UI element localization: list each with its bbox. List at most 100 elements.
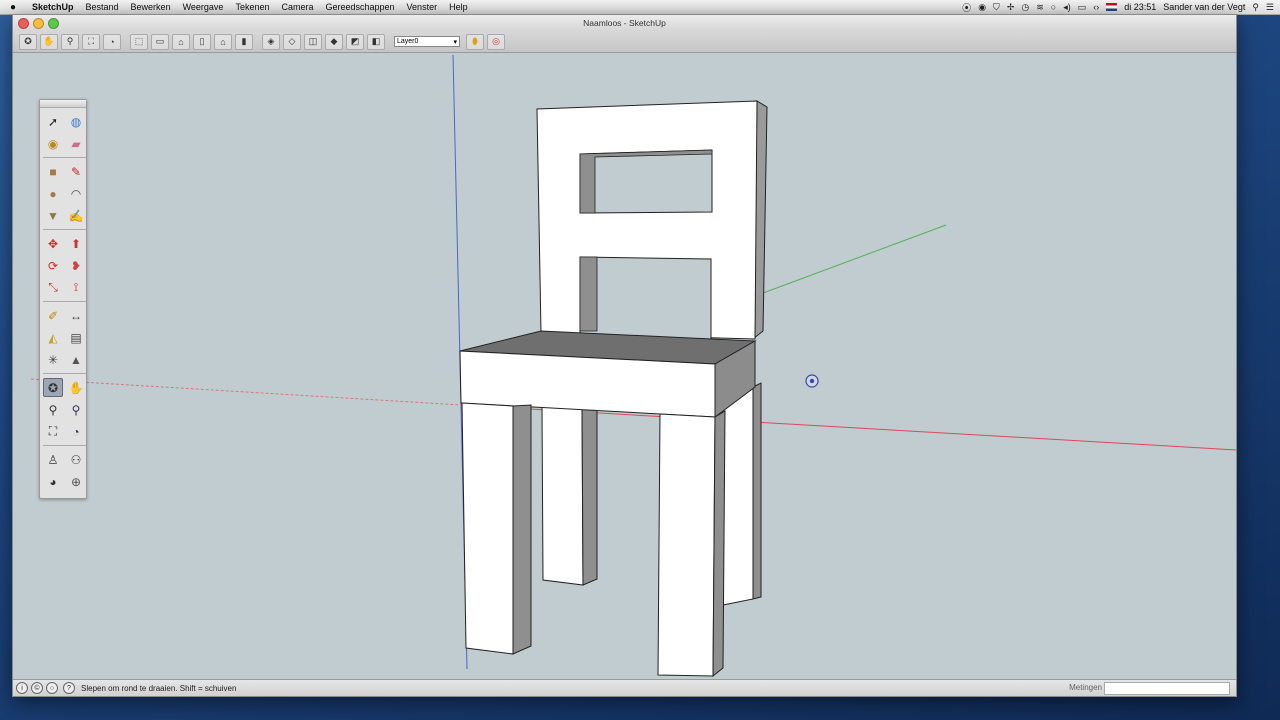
shaded-style-icon[interactable]: ◆ [325,33,343,50]
volume-icon[interactable]: ◂) [1063,2,1071,13]
front-view-icon[interactable]: ⌂ [172,33,190,50]
status-bar: i © ○ ? Slepen om rond te draaien. Shift… [13,679,1236,696]
maximize-window-button[interactable] [48,18,59,29]
circle-icon: ● [49,186,57,201]
text-tool[interactable]: ▤ [66,328,86,347]
section-plane-tool[interactable]: ⊕ [66,472,86,491]
menubar-clock[interactable]: di 23:51 [1124,2,1156,12]
wireframe-style-icon[interactable]: ◇ [283,33,301,50]
polygon-tool[interactable]: ▼ [43,206,63,225]
iso-view-icon[interactable]: ⬚ [130,33,148,50]
arc-tool[interactable]: ◠ [66,184,86,203]
follow-me-tool[interactable]: ❥ [66,256,86,275]
close-window-button[interactable] [18,18,29,29]
orbit-icon[interactable]: ✪ [19,33,37,50]
zoom-icon[interactable]: ⚲ [61,33,79,50]
freehand-tool[interactable]: ✍ [66,206,86,225]
left-view-icon[interactable]: ▮ [235,33,253,50]
menu-bestand[interactable]: Bestand [80,2,125,12]
red-axis-left [30,378,462,406]
menubar-user[interactable]: Sander van der Vegt [1163,2,1245,12]
move-tool[interactable]: ✥ [43,234,63,253]
components-tool[interactable]: ◍ [66,112,86,131]
walk-tool[interactable]: ⚇ [66,450,86,469]
protractor-tool[interactable]: ◭ [43,328,63,347]
status-icon-1[interactable]: ⦿ [962,1,971,14]
circle-tool[interactable]: ● [43,184,63,203]
3d-text-tool[interactable]: ▲ [66,350,86,369]
paint-bucket-tool[interactable]: ◉ [43,134,63,153]
layer-select[interactable]: Layer0 ▾ [394,36,460,47]
axes-tool[interactable]: ✳ [43,350,63,369]
scale-tool[interactable]: ⤡ [43,278,63,297]
line-tool[interactable]: ✎ [66,162,86,181]
geo-location-icon[interactable]: i [16,682,28,694]
battery-icon[interactable]: ▭ [1078,2,1087,13]
measurements-label: Metingen [1069,683,1102,692]
menu-bewerken[interactable]: Bewerken [125,2,177,12]
walk-icon: ⚇ [70,452,82,467]
back-left-leg-side [581,404,598,586]
menu-venster[interactable]: Venster [401,2,444,12]
look-around-tool[interactable]: ◕ [43,472,63,491]
position-camera-tool[interactable]: ♙ [43,450,63,469]
back-view-icon[interactable]: ⌂ [214,33,232,50]
push-pull-tool[interactable]: ⬆ [66,234,86,253]
backrest-hole-lower-shade [579,256,598,332]
notification-center-icon[interactable]: ☰ [1266,2,1274,13]
user-icon[interactable]: ○ [46,682,58,694]
menu-help[interactable]: Help [443,2,474,12]
clock-icon[interactable]: ◷ [1021,2,1029,13]
xray-style-icon[interactable]: ◈ [262,33,280,50]
menu-app-name[interactable]: SketchUp [26,2,80,12]
monochrome-style-icon[interactable]: ◧ [367,33,385,50]
zoom-extents-tool[interactable]: ⛶ [43,422,63,441]
rotate-tool[interactable]: ⟳ [43,256,63,275]
previous-view-icon[interactable]: ◔ [103,33,121,50]
airplay-icon[interactable]: ○ [1051,2,1056,12]
palette-separator [43,157,86,158]
dutch-flag-icon[interactable] [1106,3,1118,11]
offset-tool[interactable]: ⟟ [66,278,86,297]
menu-gereedschappen[interactable]: Gereedschappen [319,2,400,12]
pan-icon: ✋ [68,380,84,395]
menu-tekenen[interactable]: Tekenen [229,2,275,12]
dimension-tool[interactable]: ↔ [66,306,86,325]
minimize-window-button[interactable] [33,18,44,29]
input-arrows-icon[interactable]: ‹› [1093,2,1099,12]
spotlight-search-icon[interactable]: ⚲ [1252,2,1259,13]
help-icon[interactable]: ? [63,682,75,694]
palette-header[interactable] [40,100,86,108]
credits-icon[interactable]: © [31,682,43,694]
layer-color-icon[interactable]: ⬮ [466,33,484,50]
pan-tool[interactable]: ✋ [66,378,86,397]
shield-icon[interactable]: ⛉ [993,2,1000,13]
scale-icon: ⤡ [48,280,58,294]
look-around-icon: ◕ [49,474,57,489]
drawing-viewport[interactable]: ➚ ◍ ◉ ▰ ■ ✎ ● ◠ ▼ ✍ ✥ ⬆ ⟳ ❥ ⤡ ⟟ ✐ ↔ ◭ ▤ ✳ ▲ ✪ ✋ ⚲ ⚲ ⛶ ◔ ♙ ⚇ ◕ ⊕ [13,54,1236,680]
rectangle-tool[interactable]: ■ [43,162,63,181]
right-view-icon[interactable]: ▯ [193,33,211,50]
apple-menu-icon[interactable]: ● [0,2,26,13]
measurements-input[interactable] [1104,682,1230,695]
eraser-tool[interactable]: ▰ [66,134,86,153]
zoom-window-tool[interactable]: ⚲ [66,400,86,419]
textured-style-icon[interactable]: ◩ [346,33,364,50]
tape-measure-tool[interactable]: ✐ [43,306,63,325]
offset-icon: ⟟ [73,280,79,294]
top-view-icon[interactable]: ▭ [151,33,169,50]
menu-camera[interactable]: Camera [275,2,319,12]
wifi-icon[interactable]: ≋ [1036,2,1044,13]
zoom-extents-icon[interactable]: ⛶ [82,33,100,50]
menu-weergave[interactable]: Weergave [177,2,230,12]
layer-manager-icon[interactable]: ◎ [487,33,505,50]
bluetooth-icon[interactable]: ✢ [1007,2,1015,13]
select-tool[interactable]: ➚ [43,112,63,131]
previous-view-tool[interactable]: ◔ [66,422,86,441]
status-icon-2[interactable]: ◉ [978,2,986,13]
zoom-tool[interactable]: ⚲ [43,400,63,419]
palette-separator [43,229,86,230]
orbit-tool[interactable]: ✪ [43,378,63,397]
pan-icon[interactable]: ✋ [40,33,58,50]
hidden-line-style-icon[interactable]: ◫ [304,33,322,50]
